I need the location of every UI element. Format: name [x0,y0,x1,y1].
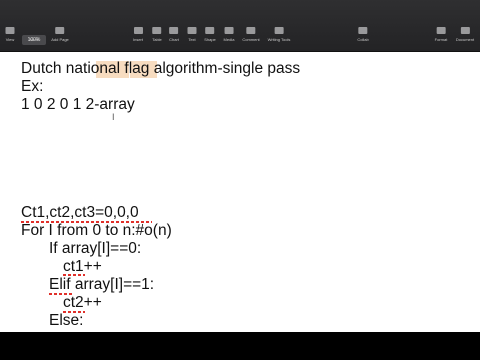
collaborate-icon [358,27,368,34]
table-button[interactable]: Table [152,27,162,47]
writing-tools-icon [274,27,284,34]
zoom-label: Zoom [28,37,40,42]
text-cursor-icon: I [112,112,115,122]
comment-label: Comment [242,37,260,42]
view-button[interactable]: View [5,27,15,47]
toolbar: 100% View Zoom Add Page Insert Table Cha… [0,0,480,52]
chart-button[interactable]: Chart [169,27,179,47]
add-page-icon [55,27,65,34]
writing-tools-button[interactable]: Writing Tools [267,27,291,47]
document-icon [460,27,470,34]
text-button[interactable]: Text [187,27,197,47]
text-icon [187,27,197,34]
chart-label: Chart [169,37,179,42]
format-label: Format [434,37,448,42]
text-label: Text [188,37,196,42]
media-icon [224,27,234,34]
collaborate-button[interactable]: Collab [357,27,369,47]
doc-line-ct2: ct2++ [63,294,102,311]
doc-line-for: For I from 0 to n:#o(n) [21,222,172,239]
doc-line-init: Ct1,ct2,ct3=0,0,0 [21,204,139,221]
comment-button[interactable]: Comment [242,27,260,47]
table-icon [152,27,162,34]
shape-label: Shape [204,37,216,42]
insert-label: Insert [132,37,144,42]
pages-window: 100% View Zoom Add Page Insert Table Cha… [0,0,480,332]
doc-line-ex: Ex: [21,78,44,95]
format-button[interactable]: Format [434,27,448,47]
media-label: Media [223,37,235,42]
zoom-button[interactable]: Zoom [29,27,39,47]
format-icon [436,27,446,34]
chart-icon [169,27,179,34]
insert-button[interactable]: Insert [133,27,143,47]
comment-icon [246,27,256,34]
add-page-button[interactable]: Add Page [51,27,69,47]
add-page-label: Add Page [51,37,69,42]
doc-line-else: Else: [49,312,84,329]
document-canvas[interactable]: Dutch national flag algorithm-single pas… [0,52,480,332]
doc-line-title: Dutch national flag algorithm-single pas… [21,60,301,77]
doc-line-elif: Elif array[I]==1: [49,276,155,293]
view-label: View [5,37,15,42]
document-label: Document [455,37,475,42]
view-icon [5,27,15,34]
doc-line-array: 1 0 2 0 1 2-array [21,96,135,113]
media-button[interactable]: Media [223,27,235,47]
doc-line-if: If array[I]==0: [49,240,142,257]
collaborate-label: Collab [357,37,369,42]
insert-icon [133,27,143,34]
shape-button[interactable]: Shape [204,27,216,47]
writing-tools-label: Writing Tools [267,37,291,42]
document-button[interactable]: Document [456,27,474,47]
shape-icon [205,27,215,34]
table-label: Table [152,37,162,42]
